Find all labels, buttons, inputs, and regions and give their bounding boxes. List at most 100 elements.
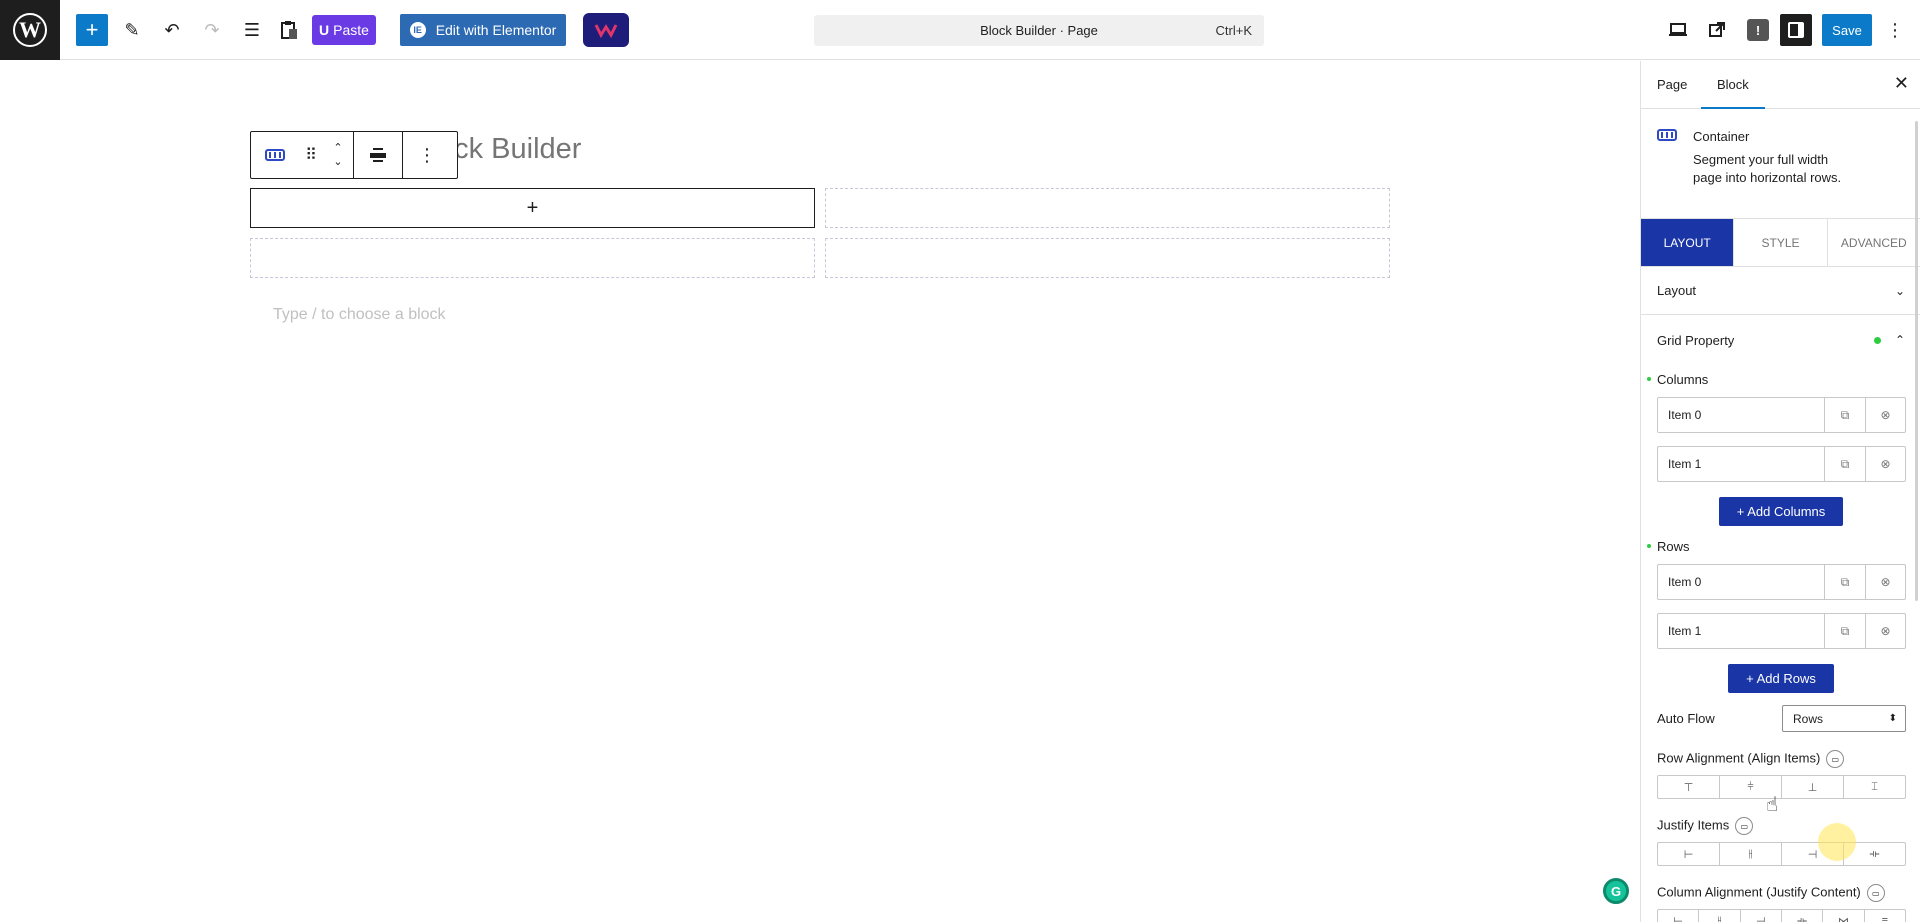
duplicate-icon[interactable]: ⧉	[1825, 565, 1865, 599]
tab-layout[interactable]: LAYOUT	[1641, 219, 1735, 266]
column-alignment-buttons: ⊢ ⫲ ⊣ ⟛ ⋈ ≡	[1657, 909, 1906, 922]
move-up-icon[interactable]: ⌃	[333, 141, 342, 155]
drag-handle[interactable]: ⠿	[299, 132, 323, 178]
tab-style[interactable]: STYLE	[1734, 219, 1828, 266]
duplicate-icon[interactable]: ⧉	[1825, 447, 1865, 481]
external-link-icon	[1709, 22, 1725, 37]
responsive-device-icon[interactable]: ▭	[1866, 884, 1885, 902]
container-block-icon	[1657, 129, 1677, 141]
sidebar-tabs: Page Block ✕	[1641, 61, 1920, 109]
grid-cell-3[interactable]	[825, 238, 1390, 278]
page-title[interactable]: ock Builder	[438, 133, 581, 166]
cursor-highlight	[1818, 823, 1856, 861]
row-item-1[interactable]: Item 1 ⧉ ⊗	[1657, 613, 1906, 649]
auto-flow-select[interactable]: Rows ⬍	[1782, 705, 1906, 732]
add-block-plus-icon[interactable]: +	[527, 197, 539, 220]
settings-toggle-button[interactable]	[1780, 14, 1812, 46]
grid-cell-1[interactable]	[825, 188, 1390, 228]
justify-items-buttons: ⊢ ⫲ ⊣ ⟛	[1657, 842, 1906, 866]
block-appender-placeholder[interactable]: Type / to choose a block	[273, 306, 446, 324]
desktop-icon	[1669, 23, 1687, 36]
pen-icon: ✎	[124, 19, 140, 40]
remove-icon[interactable]: ⊗	[1865, 565, 1905, 599]
block-name: Container	[1693, 129, 1750, 144]
save-button[interactable]: Save	[1822, 14, 1872, 46]
options-menu-button[interactable]: ⋮	[1880, 14, 1910, 46]
row-alignment-label-wrap: Row Alignment (Align Items) ▭	[1657, 750, 1845, 768]
justify-center-icon[interactable]: ⫲	[1719, 843, 1781, 865]
align-center-icon	[370, 148, 386, 162]
clipboard-button[interactable]	[274, 14, 304, 46]
add-rows-button[interactable]: + Add Rows	[1728, 664, 1834, 693]
paste-button[interactable]: U Paste	[312, 15, 376, 45]
auto-flow-label: Auto Flow	[1657, 711, 1715, 726]
select-arrows-icon: ⬍	[1888, 713, 1897, 724]
grid-property-panel-title: Grid Property	[1657, 332, 1735, 348]
row-item-label[interactable]: Item 0	[1658, 565, 1825, 599]
grid-property-panel-toggle[interactable]: Grid Property ⌃	[1641, 316, 1920, 364]
command-palette-button[interactable]: Block Builder · Page Ctrl+K	[814, 15, 1264, 46]
row-item-0[interactable]: Item 0 ⧉ ⊗	[1657, 564, 1906, 600]
remove-icon[interactable]: ⊗	[1865, 398, 1905, 432]
column-alignment-label: Column Alignment (Justify Content)	[1657, 884, 1861, 900]
responsive-device-icon[interactable]: ▭	[1735, 817, 1754, 835]
column-item-1[interactable]: Item 1 ⧉ ⊗	[1657, 446, 1906, 482]
content-center-icon[interactable]: ⫲	[1698, 910, 1739, 922]
column-item-label[interactable]: Item 0	[1658, 398, 1825, 432]
row-alignment-label: Row Alignment (Align Items)	[1657, 750, 1821, 766]
remove-icon[interactable]: ⊗	[1865, 447, 1905, 481]
redo-button[interactable]: ↷	[196, 14, 228, 46]
align-end-icon[interactable]: ⊥	[1781, 776, 1843, 798]
grid-cell-0[interactable]: +	[250, 188, 815, 228]
wordpress-logo-button[interactable]: W	[0, 0, 60, 60]
block-card: Container Segment your full width page i…	[1641, 109, 1920, 219]
plugin-notice-button[interactable]: !	[1747, 19, 1769, 41]
tab-page[interactable]: Page	[1641, 61, 1703, 109]
tab-advanced[interactable]: ADVANCED	[1828, 219, 1920, 266]
preview-device-button[interactable]	[1663, 14, 1693, 46]
content-start-icon[interactable]: ⊢	[1658, 910, 1698, 922]
rows-label: Rows	[1647, 539, 1690, 554]
list-view-icon: ☰	[243, 19, 261, 40]
row-alignment-buttons: ⊤ ⫩ ⊥ ⌶	[1657, 775, 1906, 799]
redo-icon: ↷	[204, 19, 220, 40]
content-space-between-icon[interactable]: ⟛	[1780, 910, 1822, 922]
row-item-label[interactable]: Item 1	[1658, 614, 1825, 648]
column-item-label[interactable]: Item 1	[1658, 447, 1825, 481]
align-start-icon[interactable]: ⊤	[1658, 776, 1719, 798]
block-type-button[interactable]	[251, 132, 299, 178]
content-end-icon[interactable]: ⊣	[1739, 910, 1781, 922]
columns-label: Columns	[1646, 372, 1709, 387]
content-space-evenly-icon[interactable]: ≡	[1863, 910, 1905, 922]
add-columns-button[interactable]: + Add Columns	[1719, 497, 1843, 526]
plugin-logo-button[interactable]	[583, 13, 629, 47]
responsive-device-icon[interactable]: ▭	[1826, 750, 1845, 768]
duplicate-icon[interactable]: ⧉	[1825, 398, 1865, 432]
drag-icon: ⠿	[305, 147, 317, 164]
paste-logo-icon: U	[319, 22, 330, 38]
align-stretch-icon[interactable]: ⌶	[1843, 776, 1905, 798]
view-page-button[interactable]	[1702, 14, 1732, 46]
undo-button[interactable]: ↶	[156, 14, 188, 46]
add-block-button[interactable]: +	[76, 14, 108, 46]
document-overview-button[interactable]: ☰	[236, 14, 268, 46]
column-item-0[interactable]: Item 0 ⧉ ⊗	[1657, 397, 1906, 433]
tools-button[interactable]: ✎	[116, 14, 148, 46]
align-button[interactable]	[354, 132, 402, 178]
close-sidebar-button[interactable]: ✕	[1894, 73, 1909, 94]
sidebar-icon	[1788, 22, 1804, 38]
justify-start-icon[interactable]: ⊢	[1658, 843, 1719, 865]
edit-with-elementor-button[interactable]: IE Edit with Elementor	[400, 14, 566, 46]
sidebar-scrollbar[interactable]	[1915, 121, 1918, 601]
grid-cell-2[interactable]	[250, 238, 815, 278]
move-buttons: ⌃ ⌄	[323, 132, 353, 178]
tab-block[interactable]: Block	[1701, 61, 1765, 109]
block-options-button[interactable]: ⋮	[403, 132, 451, 178]
content-space-around-icon[interactable]: ⋈	[1822, 910, 1863, 922]
remove-icon[interactable]: ⊗	[1865, 614, 1905, 648]
move-down-icon[interactable]: ⌄	[333, 155, 342, 169]
duplicate-icon[interactable]: ⧉	[1825, 614, 1865, 648]
layout-panel-toggle[interactable]: Layout ⌄	[1641, 267, 1920, 315]
grammarly-icon[interactable]: G	[1603, 878, 1629, 904]
block-toolbar: ⠿ ⌃ ⌄ ⋮	[250, 131, 458, 179]
